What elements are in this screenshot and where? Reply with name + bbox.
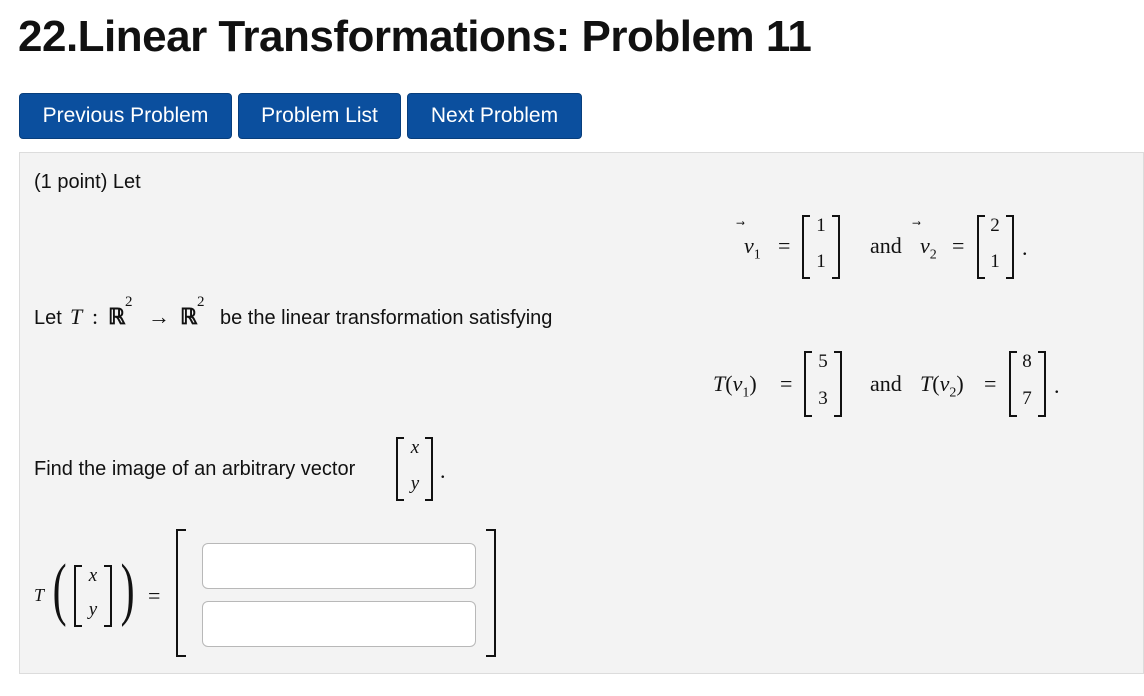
satisfying-text: be the linear transformation satisfying — [220, 307, 553, 329]
arbitrary-y: y — [410, 473, 420, 494]
answer-right-bracket — [486, 529, 496, 657]
left-paren: ( — [52, 551, 67, 628]
v1-left-bracket — [802, 215, 810, 279]
find-text: Find the image of an arbitrary vector — [34, 458, 356, 480]
v1-right-bracket — [832, 215, 840, 279]
tv2-right-bracket — [1038, 351, 1046, 417]
period-1: . — [1022, 235, 1028, 260]
answer-left-bracket — [176, 529, 186, 657]
answer-arg-left-bracket — [74, 565, 82, 627]
period-3: . — [440, 458, 446, 483]
tv2-entry-2: 7 — [1022, 388, 1032, 409]
tv1-left-bracket — [804, 351, 812, 417]
v2-symbol: v⃗2 — [920, 233, 937, 263]
answer-arg-y: y — [88, 599, 98, 620]
v1-entry-2: 1 — [816, 251, 826, 272]
arbitrary-left-bracket — [396, 437, 404, 501]
v2-entry-1: 2 — [990, 215, 1000, 236]
v2-left-bracket — [977, 215, 985, 279]
tv1-entry-1: 5 — [818, 351, 828, 372]
codomain-symbol: ℝ — [180, 304, 198, 329]
arrow-symbol: → — [148, 304, 170, 329]
tv2-left-bracket — [1009, 351, 1017, 417]
t-symbol: T — [70, 304, 83, 329]
v2-right-bracket — [1006, 215, 1014, 279]
t-of-v1: T(v1) — [713, 371, 757, 401]
answer-arg-right-bracket — [104, 565, 112, 627]
answer-row-2-input[interactable] — [202, 601, 476, 647]
previous-problem-button[interactable]: Previous Problem — [19, 93, 232, 139]
v1-entry-1: 1 — [816, 215, 826, 236]
answer-t-symbol: T — [34, 585, 45, 605]
t-v1-equals: = — [780, 371, 793, 396]
and-text-1: and — [870, 233, 902, 258]
v1-equals: = — [778, 233, 791, 258]
period-2: . — [1054, 373, 1060, 398]
domain-exponent: 2 — [125, 294, 133, 310]
tv1-entry-2: 3 — [818, 388, 828, 409]
problem-intro: (1 point) Let — [34, 171, 141, 193]
colon: : — [92, 304, 99, 329]
arbitrary-x: x — [410, 437, 420, 458]
tv1-right-bracket — [834, 351, 842, 417]
right-paren: ) — [120, 551, 135, 628]
problem-list-button[interactable]: Problem List — [238, 93, 401, 139]
t-v2-equals: = — [984, 371, 997, 396]
and-text-2: and — [870, 371, 902, 396]
v1-symbol: v⃗1 — [744, 233, 761, 263]
problem-panel: (1 point) Let v⃗1 = 1 1 and v⃗2 = 2 1 . … — [19, 152, 1144, 674]
tv2-entry-1: 8 — [1022, 351, 1032, 372]
codomain-exponent: 2 — [197, 294, 205, 310]
answer-row-1-input[interactable] — [202, 543, 476, 589]
v2-entry-2: 1 — [990, 251, 1000, 272]
answer-arg-x: x — [88, 565, 98, 586]
let-text: Let — [34, 307, 62, 329]
domain-symbol: ℝ — [108, 304, 126, 329]
t-of-v2: T(v2) — [920, 371, 964, 401]
answer-equals: = — [148, 583, 161, 608]
v2-equals: = — [952, 233, 965, 258]
arbitrary-right-bracket — [425, 437, 433, 501]
next-problem-button[interactable]: Next Problem — [407, 93, 582, 139]
page-title: 22.Linear Transformations: Problem 11 — [18, 12, 812, 61]
